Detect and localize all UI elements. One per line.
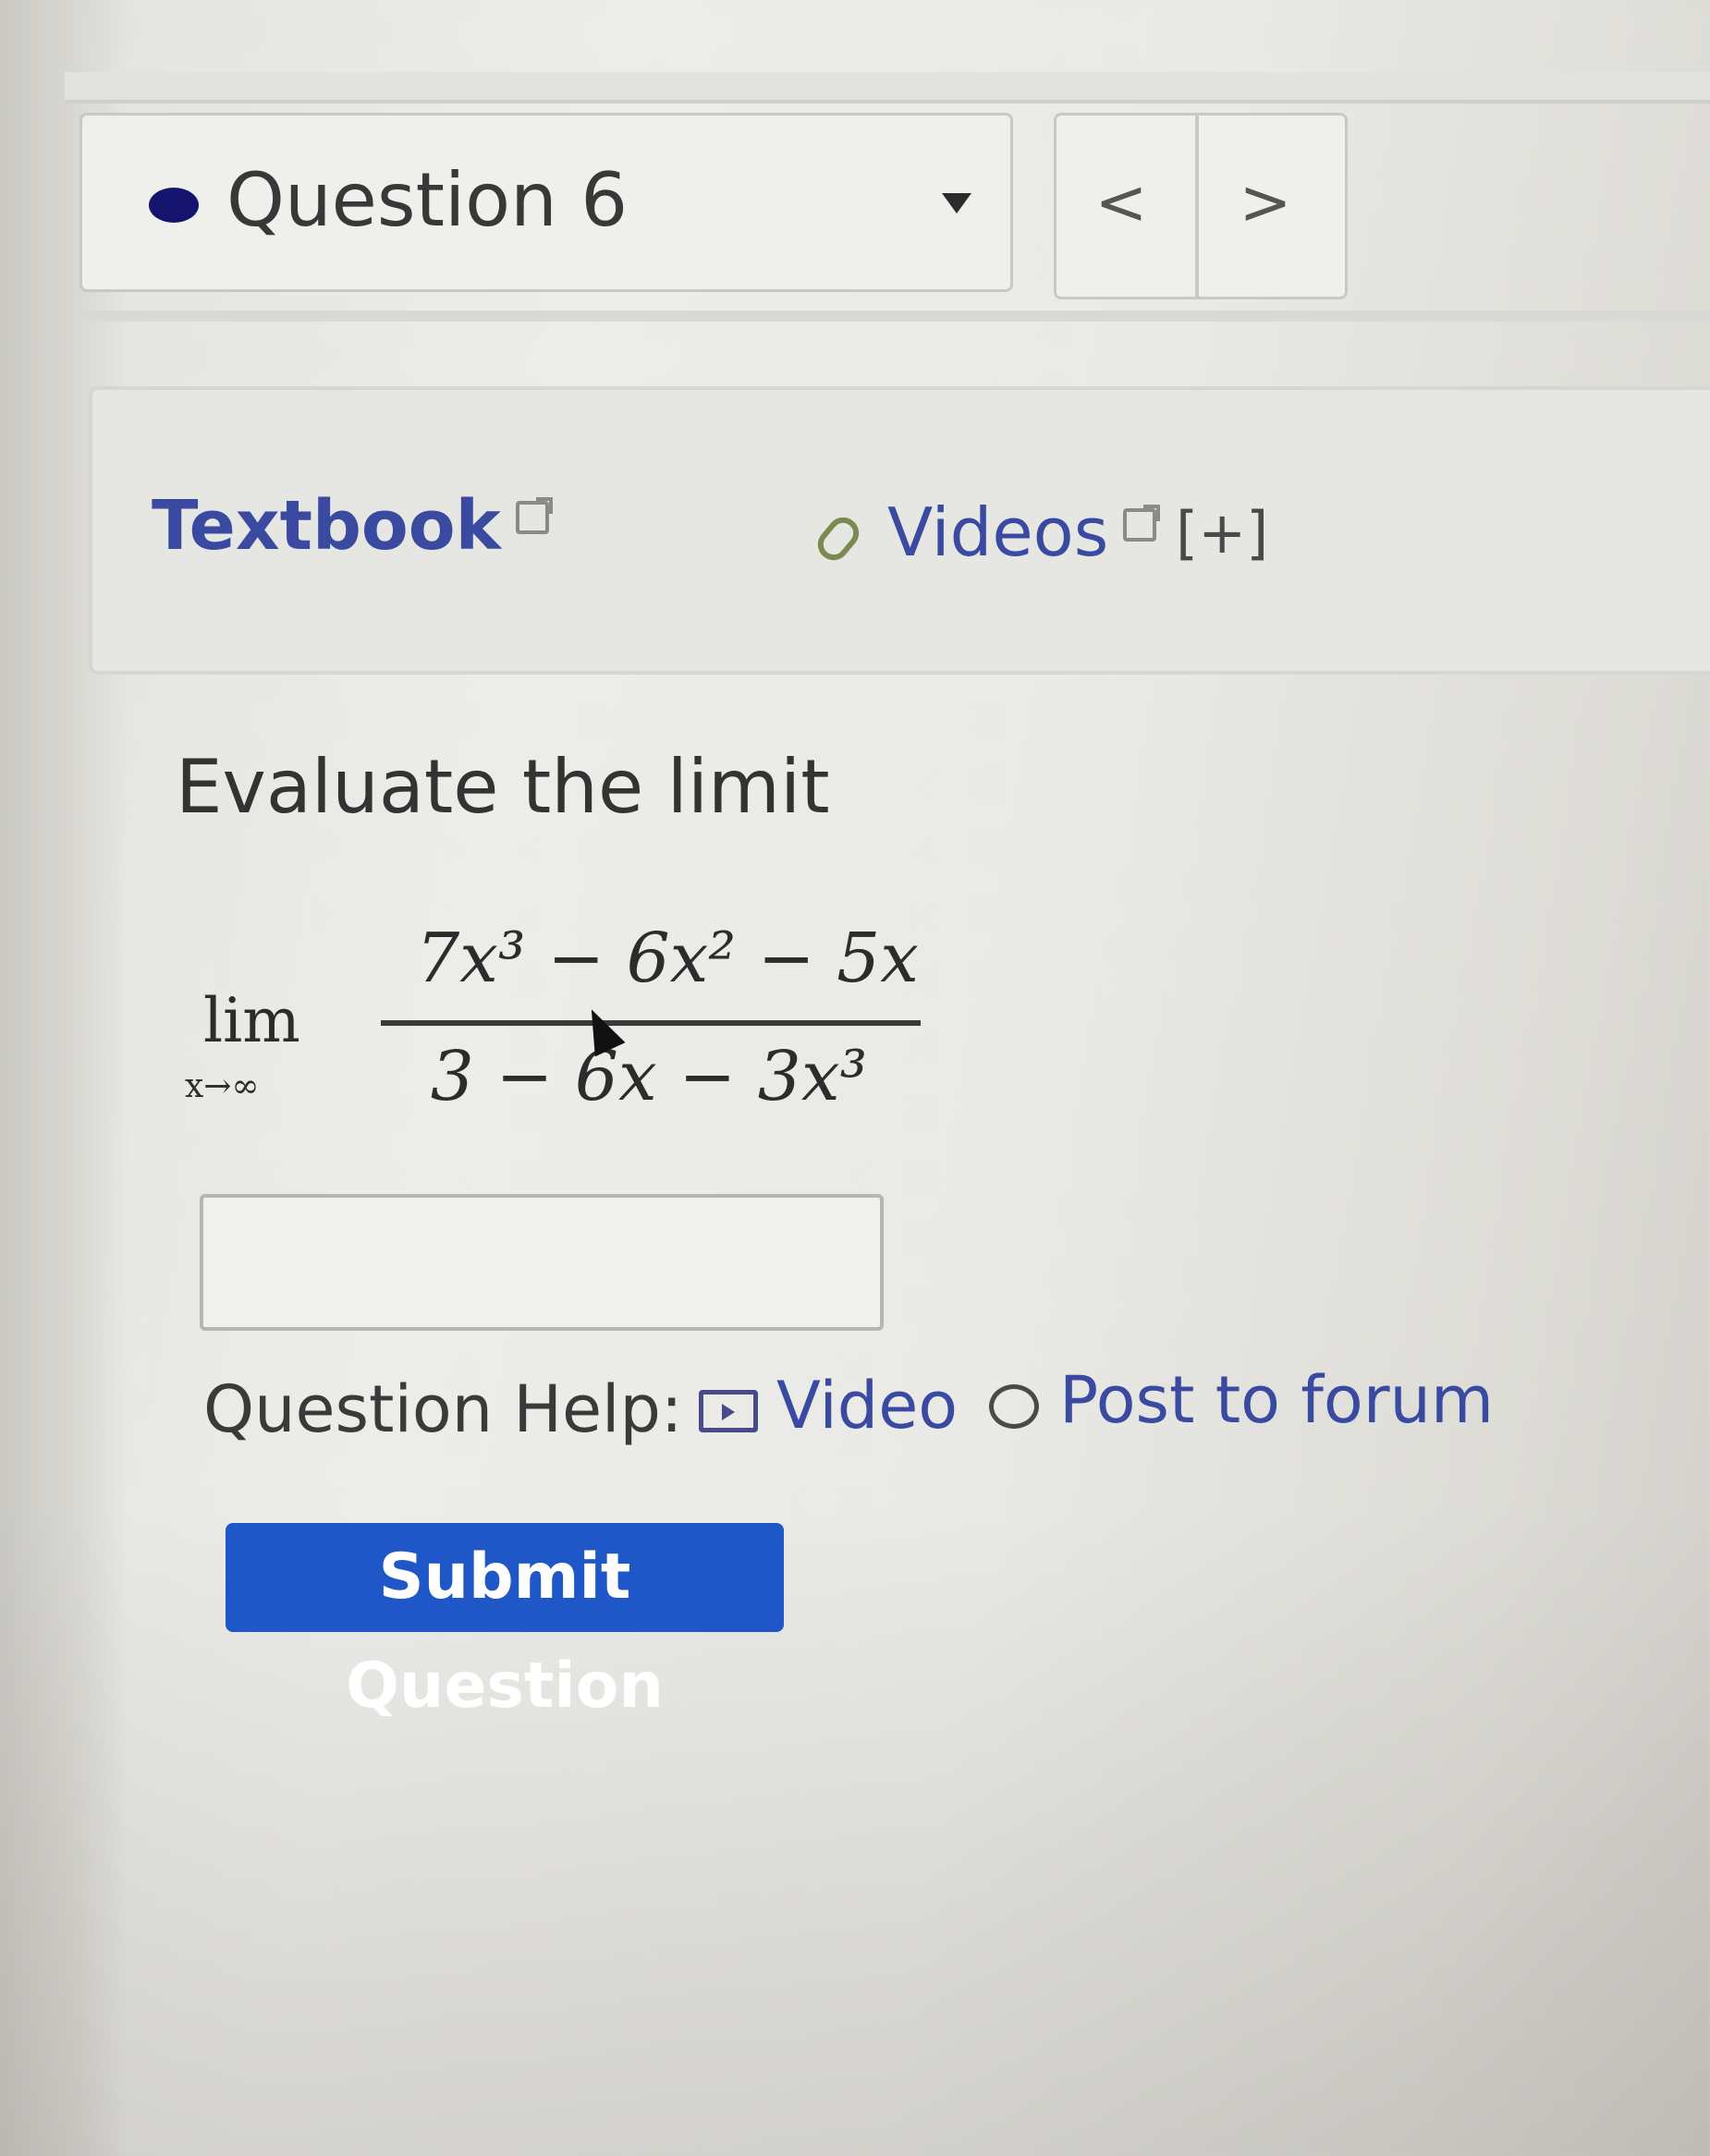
help-video-link[interactable]: Video: [776, 1373, 958, 1438]
external-link-icon: [1123, 505, 1161, 542]
top-divider: [65, 72, 1710, 104]
mid-divider: [83, 311, 1710, 322]
status-dot-icon: [149, 188, 199, 223]
question-select[interactable]: Question 6: [79, 113, 1013, 292]
paperclip-icon: [811, 510, 866, 567]
fraction-numerator: 7x³ − 6x² − 5x: [416, 919, 919, 998]
fraction-denominator: 3 − 6x − 3x³: [430, 1037, 868, 1116]
question-nav-group: < >: [1054, 113, 1348, 299]
limit-subscript: x→∞: [185, 1067, 260, 1105]
next-question-button[interactable]: >: [1201, 152, 1330, 254]
resource-panel: Textbook Videos [+]: [89, 386, 1710, 675]
external-link-icon: [515, 497, 553, 534]
question-help-label: Question Help:: [203, 1371, 683, 1447]
post-to-forum-link[interactable]: Post to forum: [1059, 1368, 1494, 1432]
textbook-link[interactable]: Textbook: [152, 492, 553, 560]
fraction-bar: [381, 1020, 921, 1026]
question-select-label: Question 6: [226, 157, 629, 243]
chat-bubble-icon[interactable]: [989, 1384, 1039, 1429]
textbook-link-label: Textbook: [152, 486, 501, 566]
videos-expand-toggle[interactable]: [+]: [1176, 505, 1268, 562]
videos-link[interactable]: Videos: [887, 499, 1161, 566]
previous-question-button[interactable]: <: [1057, 152, 1186, 254]
nav-divider: [1195, 116, 1199, 297]
video-icon[interactable]: [699, 1390, 758, 1432]
answer-input[interactable]: [200, 1194, 884, 1331]
question-prompt: Evaluate the limit: [176, 744, 830, 830]
limit-operator: lim: [203, 985, 300, 1056]
chevron-down-icon[interactable]: [942, 193, 971, 213]
videos-link-label: Videos: [887, 493, 1109, 571]
submit-question-button[interactable]: Submit Question: [226, 1523, 784, 1723]
